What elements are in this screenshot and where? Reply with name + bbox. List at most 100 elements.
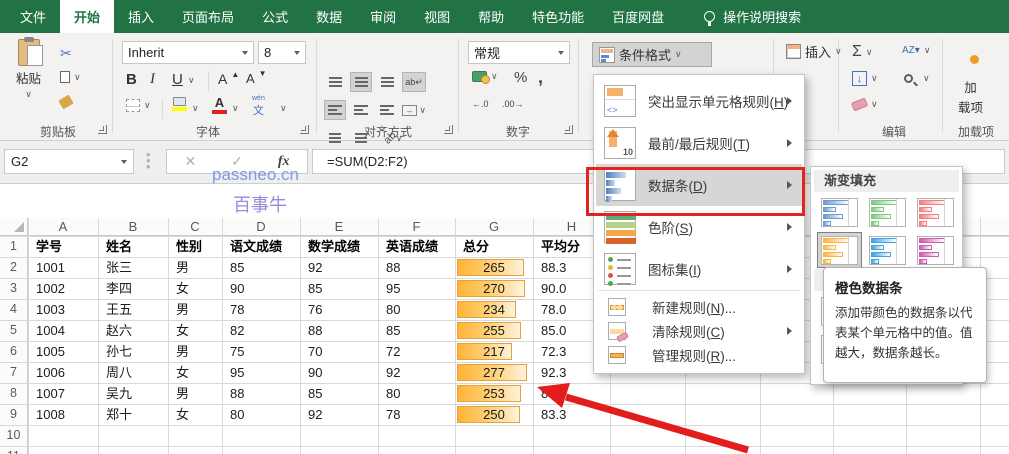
- cell-value[interactable]: 1002: [36, 278, 65, 299]
- cell-value[interactable]: 郑十: [106, 404, 132, 425]
- column-header-G[interactable]: G: [455, 218, 533, 236]
- cut-button[interactable]: ✂: [60, 45, 72, 62]
- insert-cells-button[interactable]: 插入 ∨: [786, 42, 842, 61]
- gradient-orange-data-bar[interactable]: [817, 232, 862, 268]
- cell-value[interactable]: 255: [455, 320, 533, 341]
- comma-style-button[interactable]: ,: [538, 67, 543, 88]
- cell-value[interactable]: 1004: [36, 320, 65, 341]
- cell-value[interactable]: 76: [308, 299, 322, 320]
- cell-value[interactable]: 85: [386, 320, 400, 341]
- cell-value[interactable]: 1008: [36, 404, 65, 425]
- cell-value[interactable]: 88: [230, 383, 244, 404]
- cell-value[interactable]: 1007: [36, 383, 65, 404]
- cell-value[interactable]: 女: [176, 278, 189, 299]
- cell-value[interactable]: 85.0: [541, 320, 566, 341]
- name-box[interactable]: G2: [4, 149, 134, 174]
- cell-value[interactable]: 95: [386, 278, 400, 299]
- cell-value[interactable]: 80: [386, 299, 400, 320]
- increase-decimal-button[interactable]: ←.0: [472, 99, 489, 109]
- cell-value[interactable]: 85: [230, 257, 244, 278]
- tab-视图[interactable]: 视图: [410, 0, 464, 33]
- row-header-4[interactable]: 4: [0, 299, 28, 320]
- row-header-7[interactable]: 7: [0, 362, 28, 383]
- cell-value[interactable]: 88: [308, 320, 322, 341]
- column-header-D[interactable]: D: [222, 218, 300, 236]
- number-format-combobox[interactable]: 常规: [468, 41, 570, 64]
- cell-value[interactable]: 1006: [36, 362, 65, 383]
- tab-百度网盘[interactable]: 百度网盘: [598, 0, 678, 33]
- cell-value[interactable]: 92: [386, 362, 400, 383]
- menu-item-I[interactable]: 图标集(I): [596, 248, 802, 290]
- row-header-10[interactable]: 10: [0, 425, 28, 446]
- fill-color-chevron[interactable]: ∨: [192, 103, 199, 114]
- row-header-5[interactable]: 5: [0, 320, 28, 341]
- sort-filter-button[interactable]: AZ▾∨: [902, 45, 930, 56]
- wrap-text-button[interactable]: ab↵: [402, 72, 426, 92]
- cell-value[interactable]: 92: [308, 257, 322, 278]
- cell-value[interactable]: 女: [176, 320, 189, 341]
- row-header-9[interactable]: 9: [0, 404, 28, 425]
- decrease-decimal-button[interactable]: .00→: [502, 99, 524, 109]
- merge-center-button[interactable]: ↔∨: [402, 100, 426, 120]
- font-name-combobox[interactable]: Inherit: [122, 41, 254, 64]
- font-color-button[interactable]: A: [212, 95, 227, 114]
- cell-value[interactable]: 赵六: [106, 320, 132, 341]
- font-dialog-launcher[interactable]: [300, 125, 309, 134]
- font-color-chevron[interactable]: ∨: [232, 103, 239, 114]
- menu-item-H[interactable]: <>突出显示单元格规则(H): [596, 80, 802, 122]
- menu-item-T[interactable]: 10最前/最后规则(T): [596, 122, 802, 164]
- cell-value[interactable]: 88: [386, 257, 400, 278]
- align-top-button[interactable]: [324, 72, 346, 92]
- cell-value[interactable]: 78.0: [541, 299, 566, 320]
- cell-value[interactable]: 90: [308, 362, 322, 383]
- format-painter-button[interactable]: [60, 97, 72, 107]
- menu-item-R[interactable]: 管理规则(R)...: [596, 343, 802, 367]
- gradient-light-blue-data-bar[interactable]: [865, 232, 910, 268]
- column-header-B[interactable]: B: [98, 218, 168, 236]
- cell-value[interactable]: 75: [230, 341, 244, 362]
- formula-bar-grip[interactable]: •••: [146, 152, 151, 170]
- cell-value[interactable]: 72.3: [541, 341, 566, 362]
- cell-value[interactable]: 李四: [106, 278, 132, 299]
- align-right-button[interactable]: [376, 100, 398, 120]
- cell-value[interactable]: 234: [455, 299, 533, 320]
- borders-button[interactable]: ∨: [126, 99, 151, 112]
- cell-value[interactable]: 85: [308, 383, 322, 404]
- column-header-A[interactable]: A: [28, 218, 98, 236]
- bold-button[interactable]: B: [126, 71, 137, 88]
- align-left-button[interactable]: [324, 100, 346, 120]
- cell-value[interactable]: 1003: [36, 299, 65, 320]
- cell-value[interactable]: 男: [176, 341, 189, 362]
- increase-font-size-button[interactable]: A▲: [218, 71, 239, 87]
- cell-value[interactable]: 70: [308, 341, 322, 362]
- cell-value[interactable]: 84.3: [541, 383, 566, 404]
- tab-开始[interactable]: 开始: [60, 0, 114, 33]
- font-size-combobox[interactable]: 8: [258, 41, 306, 64]
- align-center-button[interactable]: [350, 100, 372, 120]
- row-header-11[interactable]: 11: [0, 446, 28, 454]
- cell-value[interactable]: 周八: [106, 362, 132, 383]
- cell-value[interactable]: 95: [230, 362, 244, 383]
- select-all-corner[interactable]: [0, 218, 28, 236]
- header-cell-数学成绩[interactable]: 数学成绩: [308, 236, 360, 257]
- underline-menu-chevron[interactable]: ∨: [188, 75, 195, 86]
- cell-value[interactable]: 90: [230, 278, 244, 299]
- cell-value[interactable]: 张三: [106, 257, 132, 278]
- column-header-E[interactable]: E: [300, 218, 378, 236]
- cell-value[interactable]: 80: [230, 404, 244, 425]
- italic-button[interactable]: I: [150, 71, 155, 88]
- cell-value[interactable]: 92.3: [541, 362, 566, 383]
- cell-value[interactable]: 1001: [36, 257, 65, 278]
- align-middle-button[interactable]: [350, 72, 372, 92]
- cell-value[interactable]: 72: [386, 341, 400, 362]
- cell-value[interactable]: 孙七: [106, 341, 132, 362]
- cell-value[interactable]: 1005: [36, 341, 65, 362]
- tab-特色功能[interactable]: 特色功能: [518, 0, 598, 33]
- decrease-indent-button[interactable]: [324, 128, 346, 148]
- cell-value[interactable]: 80: [386, 383, 400, 404]
- cell-value[interactable]: 女: [176, 404, 189, 425]
- copy-button[interactable]: ∨: [60, 71, 81, 83]
- cell-value[interactable]: 78: [230, 299, 244, 320]
- row-header-6[interactable]: 6: [0, 341, 28, 362]
- addins-button[interactable]: 加 载项: [958, 77, 983, 116]
